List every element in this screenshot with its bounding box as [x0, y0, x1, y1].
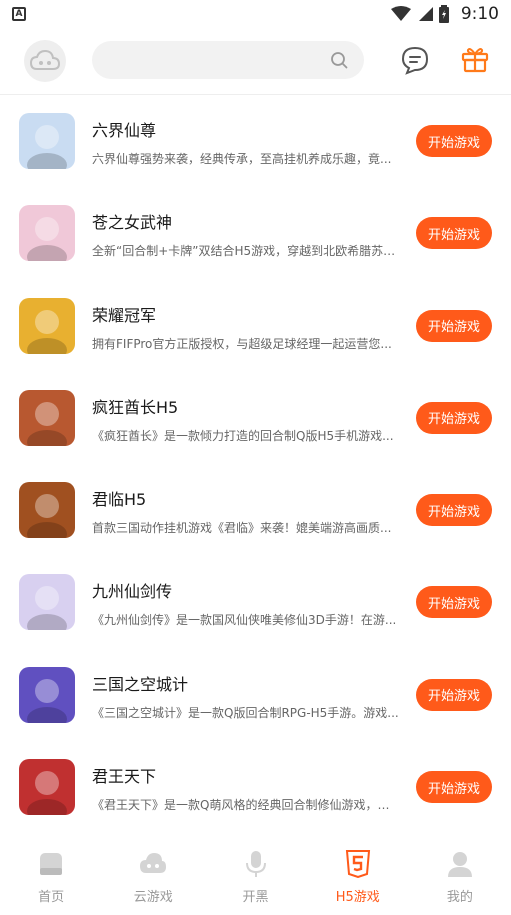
nav-item-mine[interactable]: 我的: [409, 836, 511, 915]
microphone-icon: [245, 851, 266, 877]
start-game-button[interactable]: 开始游戏: [416, 678, 492, 711]
nav-item-cloud-game[interactable]: 云游戏: [102, 836, 204, 915]
start-game-button[interactable]: 开始游戏: [416, 771, 492, 804]
message-icon[interactable]: [400, 45, 430, 75]
search-bar[interactable]: [92, 41, 364, 79]
nav-label-home: 首页: [38, 890, 65, 905]
start-game-button[interactable]: 开始游戏: [416, 217, 492, 250]
nav-item-kaihei[interactable]: 开黑: [204, 836, 306, 915]
status-time: 9:10: [460, 4, 499, 24]
notification-a-icon: A: [12, 7, 26, 21]
game-row[interactable]: 六界仙尊六界仙尊强势来袭，经典传承，至高挂机养成乐趣，竟... 开始游戏: [0, 95, 511, 187]
nav-label-mine: 我的: [446, 890, 473, 905]
game-description: 《君王天下》是一款Q萌风格的经典回合制修仙游戏，题...: [92, 798, 399, 813]
game-description: 六界仙尊强势来袭，经典传承，至高挂机养成乐趣，竟...: [92, 152, 392, 166]
game-name: 君王天下: [92, 767, 157, 787]
start-game-button[interactable]: 开始游戏: [416, 125, 492, 157]
signal-icon: [418, 7, 433, 21]
game-icon[interactable]: [19, 666, 75, 723]
game-description: 全新“回合制+卡牌”双结合H5游戏，穿越到北欧希腊苏美...: [92, 244, 399, 259]
game-name: 三国之空城计: [92, 674, 189, 694]
game-icon[interactable]: [19, 297, 75, 354]
user-icon: [447, 852, 472, 877]
game-description: 《三国之空城计》是一款Q版回合制RPG-H5手游。游戏...: [92, 705, 399, 720]
nav-label-cloud-game: 云游戏: [133, 890, 173, 905]
game-description: 《九州仙剑传》是一款国风仙侠唯美修仙3D手游！在游...: [92, 613, 397, 628]
cloud-gamepad-icon: [30, 49, 60, 70]
game-description: 拥有FIFPro官方正版授权，与超级足球经理一起运营您...: [92, 336, 392, 351]
game-row[interactable]: 荣耀冠军拥有FIFPro官方正版授权，与超级足球经理一起运营您... 开始游戏: [0, 280, 511, 372]
cloud-game-avatar[interactable]: [24, 40, 66, 82]
game-name: 疯狂酋长H5: [92, 397, 179, 417]
wifi-icon: [390, 6, 411, 21]
cloud-icon: [140, 853, 167, 873]
game-name: 荣耀冠军: [92, 305, 157, 325]
game-icon[interactable]: [19, 205, 75, 262]
nav-label-kaihei: 开黑: [242, 890, 269, 905]
game-icon[interactable]: [19, 389, 75, 446]
top-header: [0, 30, 511, 92]
game-row[interactable]: 三国之空城计《三国之空城计》是一款Q版回合制RPG-H5手游。游戏... 开始游戏: [0, 649, 511, 741]
start-game-button[interactable]: 开始游戏: [416, 494, 492, 527]
game-row[interactable]: 九州仙剑传《九州仙剑传》是一款国风仙侠唯美修仙3D手游！在游... 开始游戏: [0, 556, 511, 648]
game-name: 六界仙尊: [92, 121, 157, 140]
game-name: 苍之女武神: [92, 213, 173, 233]
game-icon[interactable]: [19, 759, 75, 816]
game-description: 《疯狂酋长》是一款倾力打造的回合制Q版H5手机游戏...: [92, 428, 394, 443]
status-bar: A 9:10: [0, 0, 511, 28]
nav-label-h5-games: H5游戏: [335, 890, 380, 905]
h5-game-list: 六界仙尊 六界仙尊强势来袭，经典传承，至高挂机养成乐趣，竟... 开始游戏 苍之女武神…: [0, 95, 511, 833]
nav-item-h5-games[interactable]: H5游戏: [307, 836, 409, 915]
nav-item-home[interactable]: 首页: [0, 836, 102, 915]
bottom-nav: 首页 云游戏 开黑 H5游戏 我的: [0, 836, 511, 915]
start-game-button[interactable]: 开始游戏: [416, 586, 492, 619]
game-row[interactable]: 君王天下《君王天下》是一款Q萌风格的经典回合制修仙游戏，题... 开始游戏: [0, 741, 511, 833]
battery-icon: [438, 5, 449, 23]
search-input[interactable]: [92, 41, 322, 79]
status-indicators: 9:10: [390, 4, 499, 24]
html5-icon: [345, 850, 370, 878]
game-icon[interactable]: [19, 113, 75, 169]
game-row[interactable]: 疯狂酋长H5 《疯狂酋长》是一款倾力打造的回合制Q版H5手机游戏... 开始游戏: [0, 372, 511, 464]
game-row[interactable]: 苍之女武神全新“回合制+卡牌”双结合H5游戏，穿越到北欧希腊苏美... 开始游戏: [0, 187, 511, 279]
game-description: 首款三国动作挂机游戏《君临》来袭！媲美端游高画质...: [92, 521, 392, 536]
gift-icon[interactable]: [461, 45, 489, 73]
game-icon[interactable]: [19, 482, 75, 539]
game-name: 九州仙剑传: [92, 582, 173, 602]
search-icon[interactable]: [330, 51, 348, 69]
game-icon[interactable]: [19, 574, 75, 631]
game-row[interactable]: 君临H5 首款三国动作挂机游戏《君临》来袭！媲美端游高画质... 开始游戏: [0, 464, 511, 556]
start-game-button[interactable]: 开始游戏: [416, 309, 492, 342]
game-name: 君临H5: [92, 490, 147, 510]
start-game-button[interactable]: 开始游戏: [416, 401, 492, 434]
home-icon: [40, 853, 63, 875]
